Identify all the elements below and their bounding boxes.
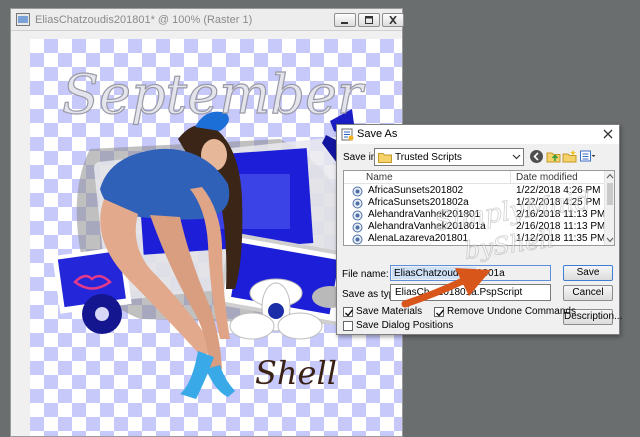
watermark: SimplyMaid byShell (432, 190, 593, 265)
up-folder-icon[interactable] (546, 149, 561, 164)
image-document-icon (16, 13, 30, 26)
folder-icon (378, 153, 392, 163)
file-name-label: File name: (342, 269, 389, 280)
image-window-title: EliasChatzoudis201801* @ 100% (Raster 1) (35, 14, 253, 26)
back-icon[interactable] (529, 149, 544, 164)
minimize-icon (341, 22, 348, 24)
column-header-date[interactable]: Date modified (516, 172, 578, 183)
save-in-dropdown[interactable]: Trusted Scripts (374, 148, 524, 166)
save-materials-checkbox[interactable] (343, 307, 354, 317)
script-icon (341, 128, 354, 141)
column-header-name[interactable]: Name (366, 172, 393, 183)
script-file-icon (352, 234, 363, 245)
maximize-icon (365, 16, 373, 24)
script-file-icon (352, 210, 363, 221)
new-folder-icon[interactable] (562, 149, 577, 164)
minimize-button[interactable] (334, 13, 356, 27)
dialog-close-icon[interactable] (600, 127, 616, 141)
close-icon (389, 16, 397, 24)
save-dialog-positions-checkbox[interactable] (343, 321, 353, 331)
signature-shell: Shell (255, 354, 337, 392)
dialog-title: Save As (357, 128, 398, 140)
scroll-up-icon[interactable] (606, 173, 614, 179)
orange-arrow-icon (401, 268, 491, 308)
column-divider[interactable] (510, 171, 511, 184)
file-list-header: Name Date modified (344, 171, 606, 184)
cancel-button[interactable]: Cancel (563, 285, 613, 301)
close-button[interactable] (382, 13, 404, 27)
dialog-titlebar[interactable]: Save As (337, 125, 619, 144)
save-in-value: Trusted Scripts (395, 152, 462, 163)
checkmark-icon (345, 309, 354, 317)
image-window-titlebar[interactable]: EliasChatzoudis201801* @ 100% (Raster 1) (11, 9, 404, 31)
script-file-icon (352, 186, 363, 197)
script-file-icon (352, 198, 363, 209)
september-title: September (62, 63, 366, 126)
view-menu-icon[interactable] (578, 149, 596, 164)
script-file-icon (352, 222, 363, 233)
save-dialog-positions-label[interactable]: Save Dialog Positions (356, 320, 453, 331)
chevron-down-icon (512, 154, 521, 160)
maximize-button[interactable] (358, 13, 380, 27)
